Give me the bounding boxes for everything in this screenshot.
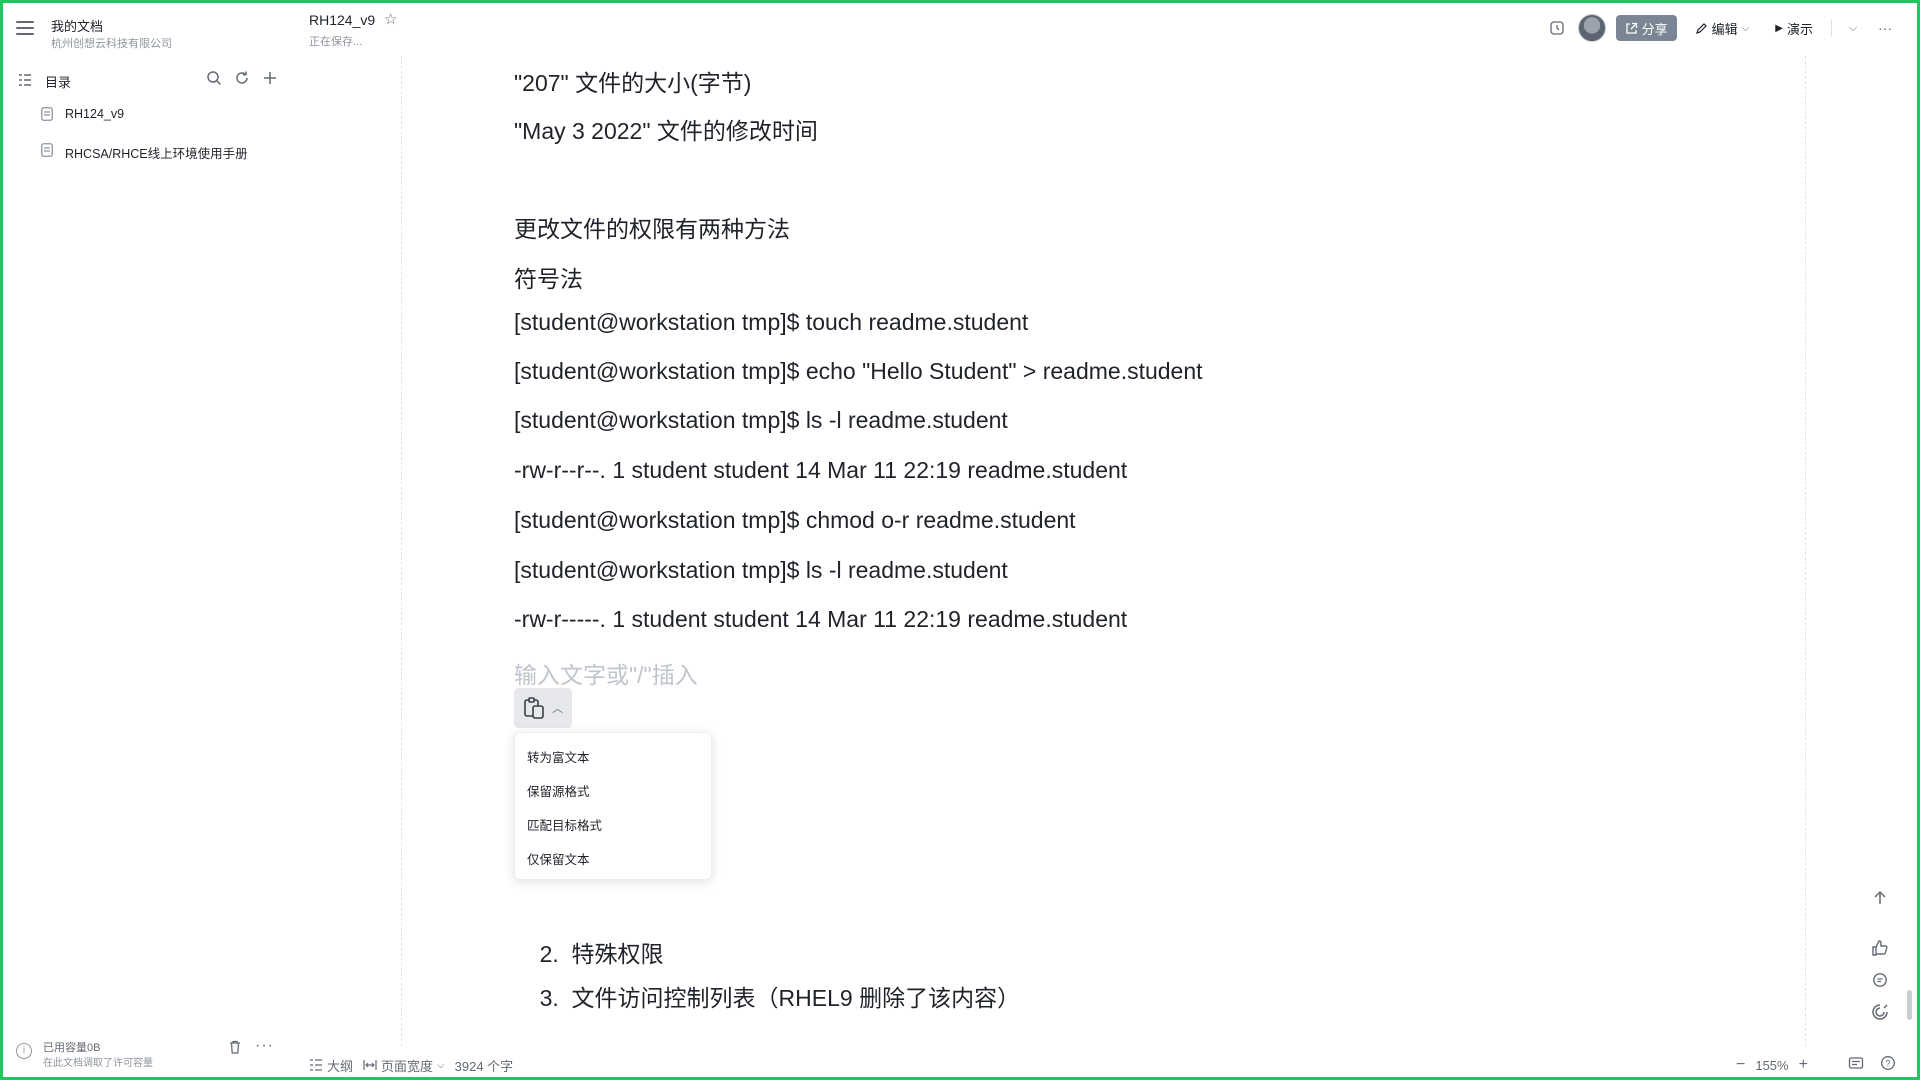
text-line[interactable]: "207" 文件的大小(字节) bbox=[514, 64, 751, 98]
svg-text:?: ? bbox=[1885, 1058, 1890, 1068]
text-line[interactable]: 更改文件的权限有两种方法 bbox=[514, 210, 790, 244]
editor-guide-left bbox=[401, 56, 402, 1046]
paste-menu: 转为富文本 保留源格式 匹配目标格式 仅保留文本 bbox=[514, 732, 712, 880]
chevron-up-icon: ︿ bbox=[552, 703, 563, 715]
more-icon[interactable]: ··· bbox=[255, 1037, 274, 1055]
sidebar-header: 我的文档 杭州创想云科技有限公司 bbox=[3, 3, 299, 59]
outline-toggle[interactable]: 大纲 bbox=[309, 1056, 353, 1075]
item-number: 3. bbox=[539, 985, 559, 1011]
scrollbar-thumb[interactable] bbox=[1907, 990, 1912, 1020]
paste-options-button[interactable]: ︿ bbox=[514, 688, 572, 728]
edit-label: 编辑 bbox=[1711, 21, 1738, 37]
share-label: 分享 bbox=[1641, 21, 1668, 37]
doc-title[interactable]: RH124_v9 bbox=[309, 12, 375, 28]
top-toolbar: 分享 编辑 ⌵ ▶ 演示 ⌵ ··· bbox=[1546, 14, 1896, 42]
refresh-icon[interactable] bbox=[233, 69, 251, 87]
history-icon[interactable] bbox=[1546, 17, 1568, 39]
add-icon[interactable] bbox=[261, 69, 279, 87]
sidebar-item-label: RHCSA/RHCE线上环境使用手册 bbox=[65, 147, 248, 161]
present-button[interactable]: ▶ 演示 bbox=[1767, 15, 1821, 41]
play-icon: ▶ bbox=[1775, 22, 1783, 34]
sidebar: 我的文档 杭州创想云科技有限公司 目录 RH124_v9 RHCSA/RHCE线… bbox=[3, 3, 299, 1077]
document-icon bbox=[41, 143, 53, 157]
share-button[interactable]: 分享 bbox=[1615, 15, 1677, 41]
divider bbox=[1831, 19, 1832, 37]
outline-label: 大纲 bbox=[327, 1058, 354, 1074]
document-icon bbox=[41, 107, 53, 121]
zoom-out-icon[interactable]: − bbox=[1736, 1056, 1745, 1074]
menu-icon[interactable] bbox=[16, 21, 34, 39]
clipboard-icon bbox=[524, 697, 544, 719]
present-dropdown-icon[interactable]: ⌵ bbox=[1842, 17, 1864, 39]
sidebar-footer: i 已用容量0B 在此文档调取了许可容量 ··· bbox=[3, 1033, 299, 1077]
text-line[interactable]: [student@workstation tmp]$ echo "Hello S… bbox=[514, 358, 1203, 385]
page-width-icon bbox=[363, 1060, 377, 1070]
word-count-label: 3924 个字 bbox=[454, 1058, 514, 1074]
workspace-name[interactable]: 我的文档 bbox=[51, 16, 103, 35]
text-line[interactable]: 符号法 bbox=[514, 260, 583, 294]
present-label: 演示 bbox=[1786, 21, 1813, 37]
zoom-value[interactable]: 155% bbox=[1755, 1058, 1788, 1073]
toc-icon bbox=[17, 72, 33, 92]
outline-icon bbox=[310, 1059, 322, 1071]
toc-label: 目录 bbox=[45, 75, 72, 90]
storage-used: 已用容量0B bbox=[43, 1042, 101, 1054]
storage-note: 在此文档调取了许可容量 bbox=[43, 1058, 153, 1069]
more-options-icon[interactable]: ··· bbox=[1874, 17, 1896, 39]
chevron-down-icon: ⌵ bbox=[437, 1059, 445, 1071]
zoom-control: − 155% + bbox=[1736, 1052, 1808, 1078]
page-width-label: 页面宽度 bbox=[381, 1058, 434, 1074]
toc-header: 目录 bbox=[3, 67, 299, 93]
save-status: 正在保存... bbox=[309, 36, 363, 48]
search-icon[interactable] bbox=[205, 69, 223, 87]
paste-option-rich-text[interactable]: 转为富文本 bbox=[527, 747, 590, 766]
text-line[interactable]: "May 3 2022" 文件的修改时间 bbox=[514, 112, 818, 146]
sidebar-item-rh124[interactable]: RH124_v9 bbox=[3, 101, 299, 127]
trash-icon[interactable] bbox=[227, 1039, 243, 1055]
text-line[interactable]: [student@workstation tmp]$ ls -l readme.… bbox=[514, 407, 1008, 434]
pencil-icon bbox=[1695, 22, 1707, 34]
workspace-org: 杭州创想云科技有限公司 bbox=[51, 38, 172, 50]
sidebar-item-manual[interactable]: RHCSA/RHCE线上环境使用手册 bbox=[3, 137, 299, 163]
arrow-up-icon[interactable] bbox=[1866, 884, 1894, 912]
page-width-toggle[interactable]: 页面宽度 ⌵ bbox=[363, 1056, 445, 1075]
text-line[interactable]: -rw-r--r--. 1 student student 14 Mar 11 … bbox=[514, 457, 1127, 484]
paste-option-keep-source[interactable]: 保留源格式 bbox=[527, 781, 590, 800]
text-line[interactable]: -rw-r-----. 1 student student 14 Mar 11 … bbox=[514, 606, 1127, 633]
text-line[interactable]: [student@workstation tmp]$ chmod o-r rea… bbox=[514, 507, 1076, 534]
help-icon[interactable]: ? bbox=[1880, 1055, 1896, 1076]
bottom-bar: 大纲 页面宽度 ⌵ 3924 个字 bbox=[309, 1052, 513, 1078]
ai-assistant-icon[interactable] bbox=[1866, 998, 1894, 1026]
star-icon[interactable]: ☆ bbox=[384, 10, 397, 28]
reading-mode-icon[interactable] bbox=[1848, 1055, 1864, 1076]
share-icon bbox=[1626, 22, 1637, 34]
paste-option-text-only[interactable]: 仅保留文本 bbox=[527, 849, 590, 868]
numbered-item[interactable]: 3. 文件访问控制列表（RHEL9 删除了该内容） bbox=[514, 952, 1021, 1040]
text-line[interactable]: [student@workstation tmp]$ ls -l readme.… bbox=[514, 557, 1008, 584]
zoom-in-icon[interactable]: + bbox=[1799, 1056, 1808, 1074]
input-placeholder[interactable]: 输入文字或"/"插入 bbox=[514, 656, 698, 690]
avatar[interactable] bbox=[1577, 14, 1606, 42]
bottom-right-icons: ? bbox=[1848, 1052, 1896, 1078]
edit-button[interactable]: 编辑 ⌵ bbox=[1687, 15, 1758, 41]
text-line[interactable]: [student@workstation tmp]$ touch readme.… bbox=[514, 309, 1028, 336]
word-count: 3924 个字 bbox=[455, 1056, 514, 1075]
editor-guide-right bbox=[1805, 56, 1806, 1046]
sidebar-item-label: RH124_v9 bbox=[65, 107, 125, 121]
chevron-down-icon: ⌵ bbox=[1741, 22, 1750, 34]
thumbs-up-icon[interactable] bbox=[1866, 934, 1894, 962]
comment-icon[interactable] bbox=[1866, 966, 1894, 994]
info-icon[interactable]: i bbox=[16, 1043, 32, 1059]
paste-option-match-target[interactable]: 匹配目标格式 bbox=[527, 815, 602, 834]
item-text: 文件访问控制列表（RHEL9 删除了该内容） bbox=[571, 985, 1021, 1011]
